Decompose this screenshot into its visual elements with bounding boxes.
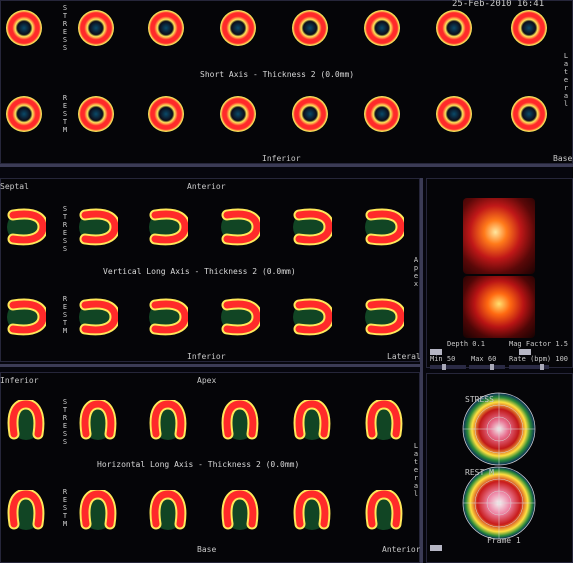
short-axis-stress-slice[interactable] (6, 10, 42, 46)
pane-divider[interactable] (0, 364, 420, 367)
short-axis-stress-slice[interactable] (511, 10, 547, 46)
hla-rest-slice[interactable] (6, 490, 46, 532)
vla-stress-label: STRESS (62, 205, 68, 253)
short-axis-stress-slice[interactable] (364, 10, 400, 46)
hla-rest-slice[interactable] (78, 490, 118, 532)
short-axis-stress-slice[interactable] (220, 10, 256, 46)
short-axis-stress-slice[interactable] (436, 10, 472, 46)
hla-top-label: Apex (197, 376, 217, 385)
min-label: Min 50 (430, 355, 456, 363)
hla-stress-label: STRESS (62, 398, 68, 446)
vla-stress-slice[interactable] (364, 207, 404, 247)
max-slider[interactable] (469, 365, 505, 369)
short-axis-rest-slice[interactable] (220, 96, 256, 132)
short-axis-rest-slice[interactable] (364, 96, 400, 132)
vla-left-label: Septal (0, 182, 29, 191)
vla-bottom-label: Inferior (187, 352, 226, 361)
vla-rest-label: REST M (62, 295, 68, 335)
hla-left-label: Inferior (0, 376, 39, 385)
datetime-label: 25-Feb-2010 16:41 (452, 0, 545, 9)
short-axis-rest-label: REST M (62, 94, 68, 134)
min-slider-handle[interactable] (442, 364, 446, 370)
hla-caption: Horizontal Long Axis - Thickness 2 (0.0m… (97, 460, 300, 469)
vla-top-label: Anterior (187, 182, 226, 191)
play-button[interactable] (430, 545, 442, 551)
rate-slider-handle[interactable] (540, 364, 544, 370)
vla-rest-slice[interactable] (220, 297, 260, 337)
short-axis-rest-slice[interactable] (511, 96, 547, 132)
vla-rest-slice[interactable] (6, 297, 46, 337)
mag-factor-label: Mag Factor 1.5 (509, 340, 569, 348)
short-axis-stress-label: STRESS (62, 4, 68, 52)
hla-stress-slice[interactable] (78, 400, 118, 442)
short-axis-rest-slice[interactable] (292, 96, 328, 132)
short-axis-rest-slice[interactable] (148, 96, 184, 132)
vla-rest-slice[interactable] (148, 297, 188, 337)
vla-rest-slice[interactable] (292, 297, 332, 337)
vla-stress-slice[interactable] (6, 207, 46, 247)
min-slider[interactable] (430, 365, 466, 369)
hla-stress-slice[interactable] (148, 400, 188, 442)
polar-rest-label: REST M (465, 468, 494, 477)
short-axis-corner-label: Base (553, 154, 573, 163)
pane-divider[interactable] (0, 164, 573, 167)
surface-map-rest[interactable] (463, 276, 535, 338)
max-label: Max 60 (471, 355, 497, 363)
polar-map-rest[interactable] (462, 466, 536, 540)
hla-rest-slice[interactable] (364, 490, 404, 532)
hla-rest-slice[interactable] (220, 490, 260, 532)
frame-label: Frame 1 (487, 536, 521, 545)
short-axis-stress-slice[interactable] (148, 10, 184, 46)
short-axis-right-label: Lateral (563, 52, 569, 108)
rate-label: Rate (bpm) 100 (509, 355, 569, 363)
pane-divider[interactable] (420, 178, 423, 563)
vla-stress-slice[interactable] (78, 207, 118, 247)
max-slider-handle[interactable] (490, 364, 494, 370)
hla-stress-slice[interactable] (364, 400, 404, 442)
depth-label: Depth 0.1 (447, 340, 485, 348)
surface-map-stress[interactable] (463, 198, 535, 274)
hla-corner-label: Anterior (382, 545, 421, 554)
short-axis-stress-slice[interactable] (292, 10, 328, 46)
hla-stress-slice[interactable] (292, 400, 332, 442)
vla-rest-slice[interactable] (364, 297, 404, 337)
hla-stress-slice[interactable] (6, 400, 46, 442)
vla-right-label: Apex (413, 256, 419, 288)
vla-stress-slice[interactable] (148, 207, 188, 247)
vla-corner-label: Lateral (387, 352, 421, 361)
hla-bottom-label: Base (197, 545, 217, 554)
short-axis-rest-slice[interactable] (436, 96, 472, 132)
vla-stress-slice[interactable] (292, 207, 332, 247)
hla-rest-slice[interactable] (148, 490, 188, 532)
vla-caption: Vertical Long Axis - Thickness 2 (0.0mm) (103, 267, 296, 276)
short-axis-rest-slice[interactable] (78, 96, 114, 132)
short-axis-caption: Short Axis - Thickness 2 (0.0mm) (200, 70, 355, 79)
hla-stress-slice[interactable] (220, 400, 260, 442)
short-axis-rest-slice[interactable] (6, 96, 42, 132)
vla-stress-slice[interactable] (220, 207, 260, 247)
vla-rest-slice[interactable] (78, 297, 118, 337)
hla-rest-slice[interactable] (292, 490, 332, 532)
hla-rest-label: REST M (62, 488, 68, 528)
polar-stress-label: STRESS (465, 395, 494, 404)
short-axis-bottom-label: Inferior (262, 154, 301, 163)
short-axis-stress-slice[interactable] (78, 10, 114, 46)
hla-right-label: Lateral (413, 442, 419, 498)
